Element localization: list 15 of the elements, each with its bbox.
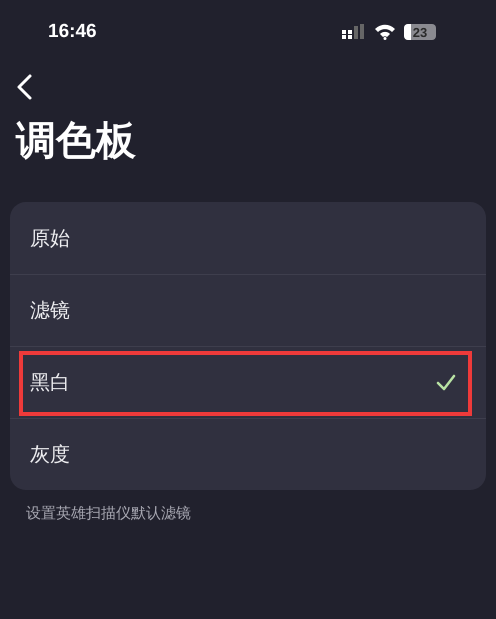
check-icon — [436, 374, 456, 392]
option-label: 灰度 — [30, 441, 70, 468]
page-title: 调色板 — [16, 117, 137, 166]
wifi-icon — [374, 24, 396, 40]
option-label: 原始 — [30, 224, 70, 252]
status-time: 16:46 — [48, 21, 97, 43]
battery-icon: 23 — [404, 24, 436, 40]
option-row[interactable]: 黑白 — [10, 346, 486, 418]
option-label: 黑白 — [30, 369, 70, 396]
footnote: 设置英雄扫描仪默认滤镜 — [26, 504, 192, 523]
option-row[interactable]: 滤镜 — [10, 274, 486, 346]
option-row[interactable]: 灰度 — [10, 418, 486, 490]
signal-icon — [342, 24, 366, 40]
option-row[interactable]: 原始 — [10, 202, 486, 274]
option-label: 滤镜 — [30, 297, 70, 324]
